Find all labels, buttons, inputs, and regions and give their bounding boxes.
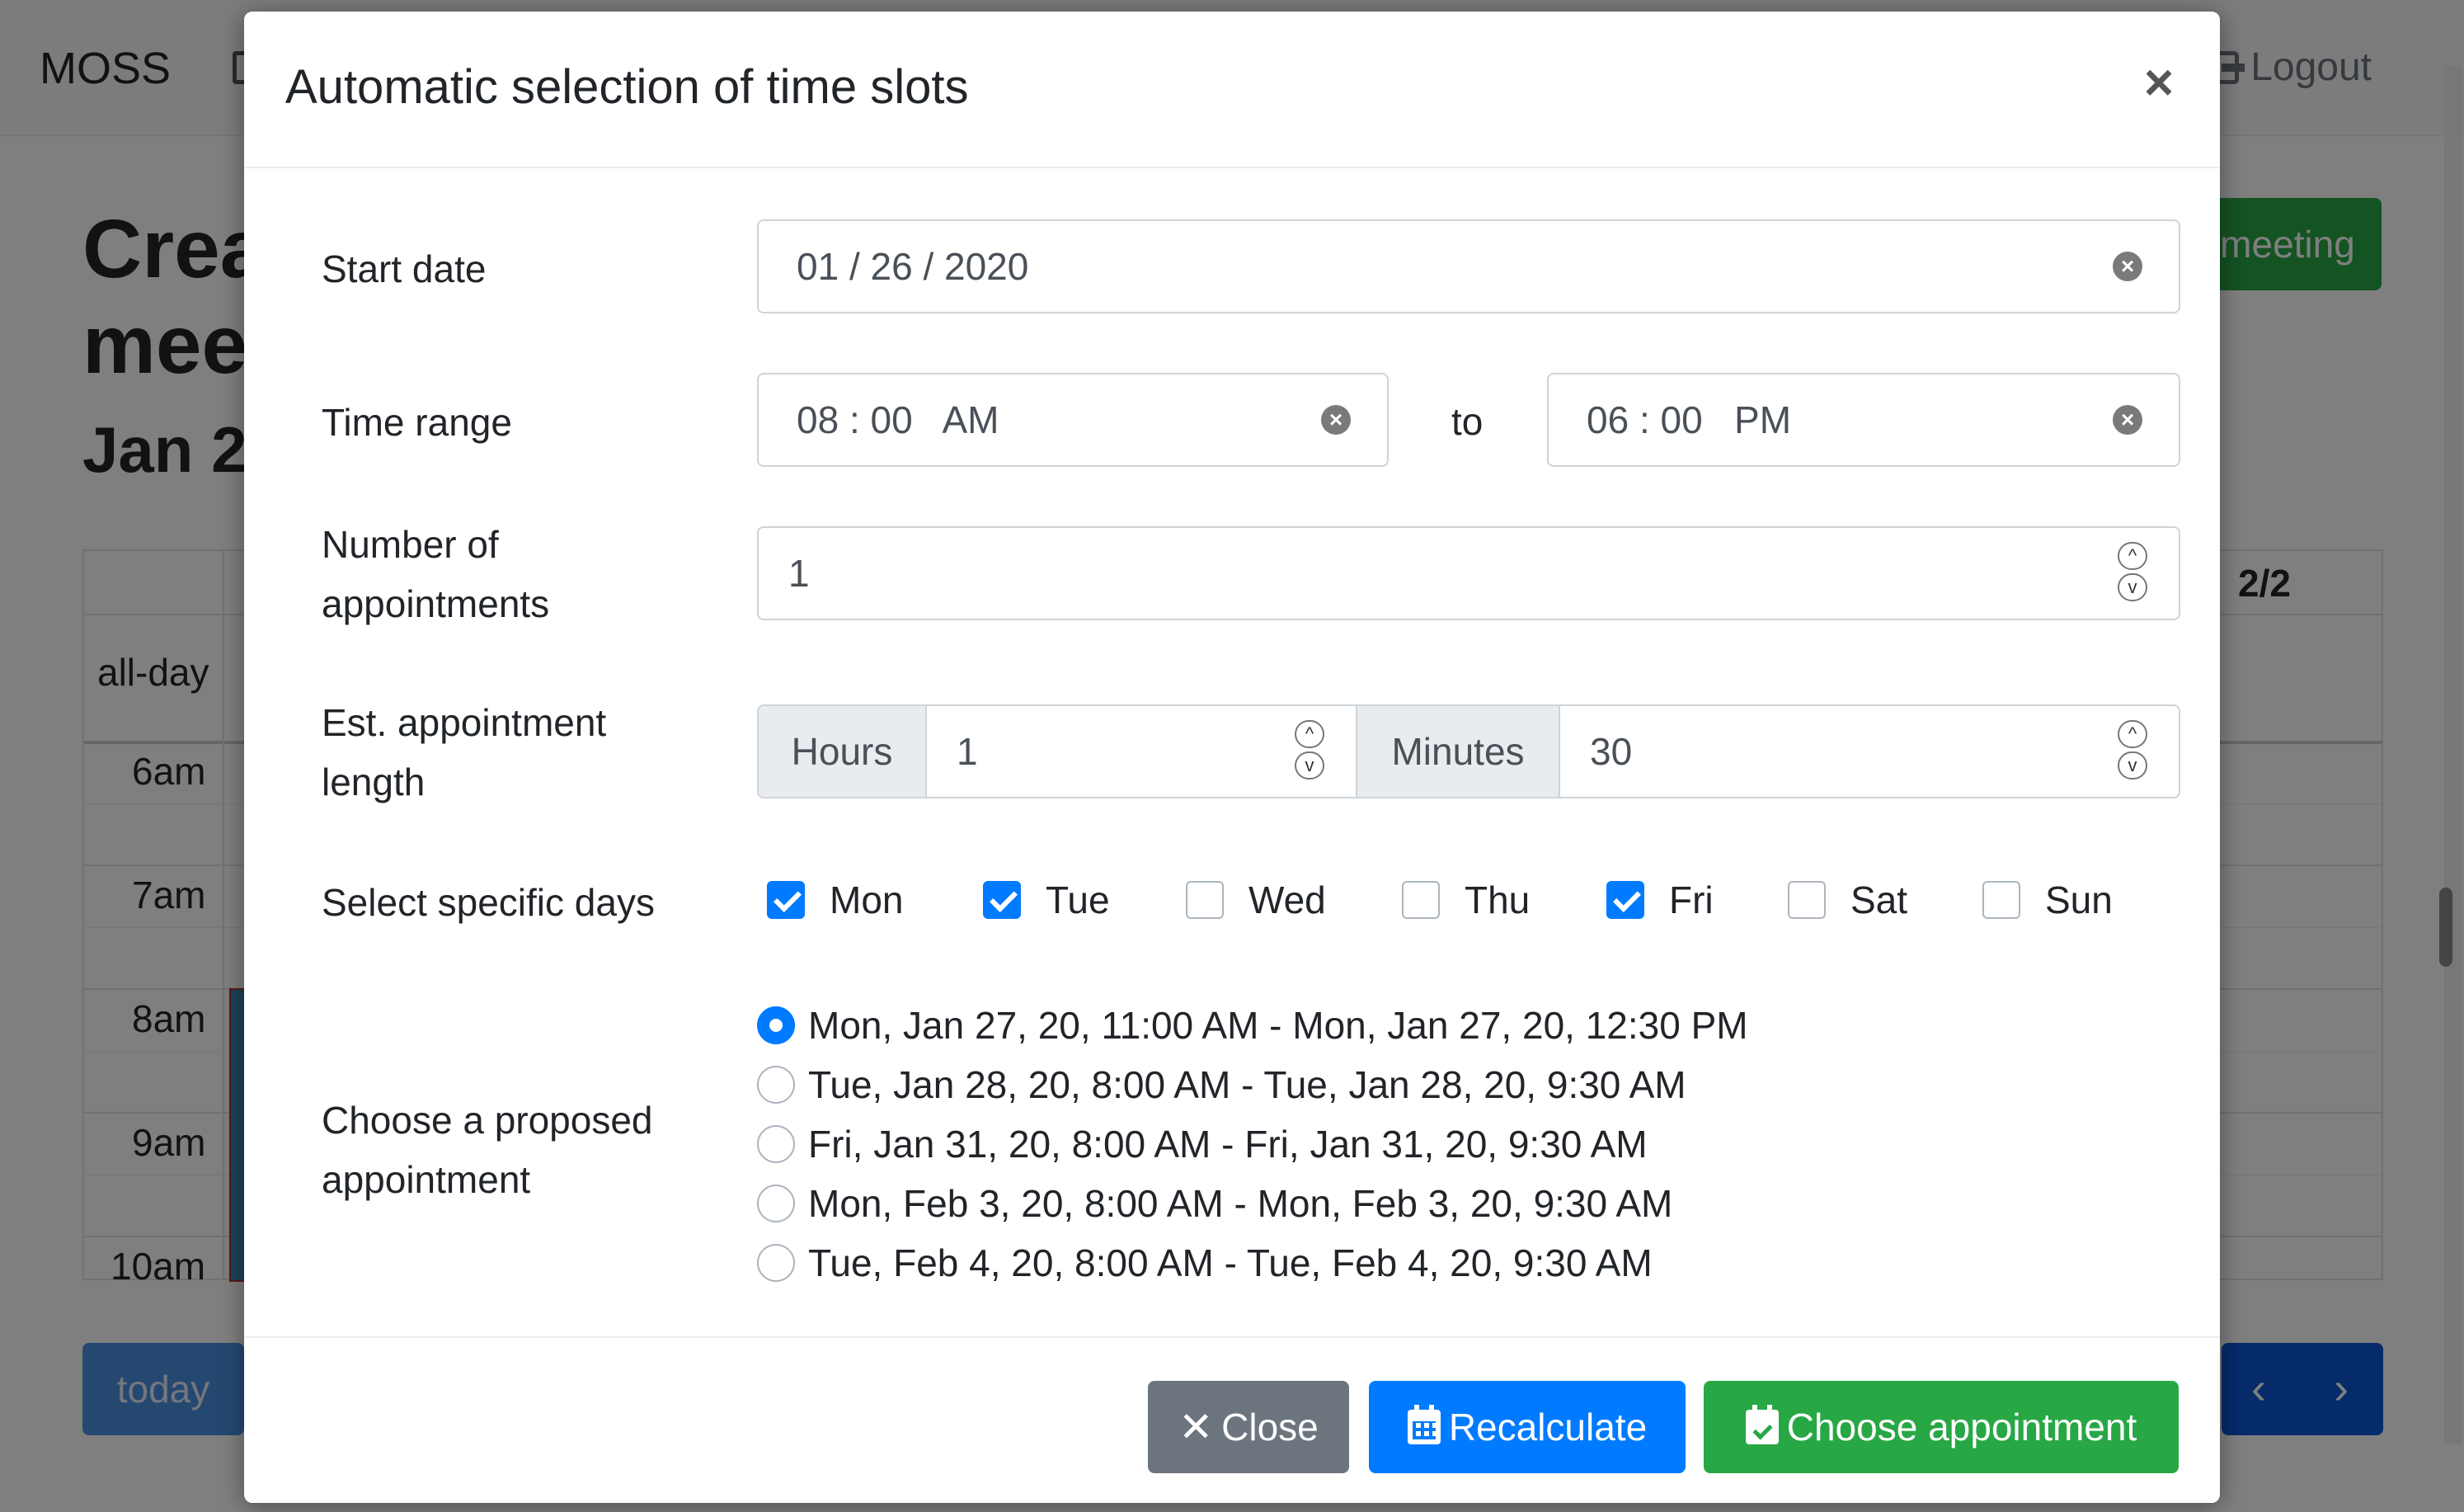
time-range-separator: to <box>1451 400 1484 443</box>
time-range-label: Time range <box>322 401 512 444</box>
day-checkbox-mon[interactable]: Mon <box>767 878 903 922</box>
minutes-value: 30 <box>1590 730 1633 773</box>
minutes-stepper[interactable]: ^ v <box>2118 720 2151 783</box>
modal-body: Start date 01 / 26 / 2020 × Time range 0… <box>244 168 2220 1336</box>
time-to-input[interactable]: 06 : 00 PM × <box>1547 373 2180 467</box>
close-button[interactable]: ✕ Close <box>1148 1381 1349 1473</box>
modal-header: Automatic selection of time slots × <box>244 12 2220 168</box>
proposed-option[interactable]: Mon, Feb 3, 20, 8:00 AM - Mon, Feb 3, 20… <box>757 1181 1672 1226</box>
time-to-value: 06 : 00 PM <box>1587 398 1792 441</box>
appointment-length-label: Est. appointment length <box>322 701 607 803</box>
calendar-check-icon <box>1745 1405 1779 1444</box>
chevron-down-icon[interactable]: v <box>1295 751 1324 780</box>
minutes-addon: Minutes <box>1356 704 1560 798</box>
recalculate-button-label: Recalculate <box>1448 1406 1648 1448</box>
start-date-input[interactable]: 01 / 26 / 2020 × <box>757 219 2180 313</box>
number-stepper[interactable]: ^ v <box>2118 542 2151 605</box>
start-date-label: Start date <box>322 247 487 290</box>
proposed-option-label: Mon, Jan 27, 20, 11:00 AM - Mon, Jan 27,… <box>808 1004 1748 1047</box>
hours-addon: Hours <box>757 704 927 798</box>
calendar-icon <box>1407 1405 1441 1444</box>
choose-appointment-button[interactable]: Choose appointment <box>1704 1381 2179 1473</box>
checkbox[interactable] <box>983 881 1021 919</box>
day-checkbox-wed[interactable]: Wed <box>1186 878 1326 922</box>
chevron-up-icon[interactable]: ^ <box>2118 542 2147 570</box>
proposed-option[interactable]: Fri, Jan 31, 20, 8:00 AM - Fri, Jan 31, … <box>757 1122 1648 1166</box>
close-button-label: Close <box>1221 1406 1319 1448</box>
day-checkbox-tue[interactable]: Tue <box>983 878 1110 922</box>
time-from-value: 08 : 00 AM <box>797 398 999 441</box>
chevron-down-icon[interactable]: v <box>2118 573 2147 601</box>
proposed-option[interactable]: Tue, Feb 4, 20, 8:00 AM - Tue, Feb 4, 20… <box>757 1241 1653 1285</box>
day-label: Wed <box>1248 878 1326 921</box>
radio-button[interactable] <box>757 1244 795 1282</box>
time-slot-modal: Automatic selection of time slots × Star… <box>244 12 2220 1503</box>
day-checkbox-sun[interactable]: Sun <box>1982 878 2113 922</box>
close-icon[interactable]: × <box>2134 54 2184 112</box>
clear-icon[interactable]: × <box>2113 252 2142 281</box>
chevron-up-icon[interactable]: ^ <box>1295 720 1324 748</box>
proposed-option-label: Tue, Jan 28, 20, 8:00 AM - Tue, Jan 28, … <box>808 1063 1686 1106</box>
clear-icon[interactable]: × <box>1321 405 1351 435</box>
checkbox[interactable] <box>1402 881 1440 919</box>
num-appointments-label: Number of appointments <box>322 523 550 625</box>
proposed-option-label: Tue, Feb 4, 20, 8:00 AM - Tue, Feb 4, 20… <box>808 1241 1653 1284</box>
checkbox[interactable] <box>1186 881 1224 919</box>
day-label: Mon <box>830 878 904 921</box>
day-label: Thu <box>1465 878 1531 921</box>
day-label: Sat <box>1850 878 1908 921</box>
chevron-down-icon[interactable]: v <box>2118 751 2147 780</box>
time-from-input[interactable]: 08 : 00 AM × <box>757 373 1389 467</box>
checkbox[interactable] <box>767 881 805 919</box>
hours-input[interactable]: 1 ^ v <box>925 704 1357 798</box>
hours-value: 1 <box>957 730 978 773</box>
proposed-label: Choose a proposed appointment <box>322 1099 653 1201</box>
clear-icon[interactable]: × <box>2113 405 2142 435</box>
num-appointments-input[interactable]: 1 ^ v <box>757 526 2180 620</box>
modal-title: Automatic selection of time slots <box>285 60 969 114</box>
day-checkbox-thu[interactable]: Thu <box>1402 878 1530 922</box>
proposed-option-label: Mon, Feb 3, 20, 8:00 AM - Mon, Feb 3, 20… <box>808 1182 1673 1225</box>
checkbox[interactable] <box>1606 881 1644 919</box>
radio-button[interactable] <box>757 1066 795 1104</box>
radio-button[interactable] <box>757 1125 795 1163</box>
start-date-value: 01 / 26 / 2020 <box>797 245 1029 288</box>
checkbox[interactable] <box>1982 881 2020 919</box>
chevron-up-icon[interactable]: ^ <box>2118 720 2147 748</box>
radio-button[interactable] <box>757 1185 795 1222</box>
times-icon: ✕ <box>1178 1404 1214 1450</box>
day-label: Fri <box>1669 878 1714 921</box>
days-label: Select specific days <box>322 881 655 924</box>
hours-stepper[interactable]: ^ v <box>1295 720 1328 783</box>
day-checkbox-fri[interactable]: Fri <box>1606 878 1714 922</box>
checkbox[interactable] <box>1788 881 1826 919</box>
proposed-option[interactable]: Mon, Jan 27, 20, 11:00 AM - Mon, Jan 27,… <box>757 1003 1748 1048</box>
day-label: Tue <box>1046 878 1110 921</box>
recalculate-button[interactable]: Recalculate <box>1369 1381 1686 1473</box>
choose-button-label: Choose appointment <box>1786 1406 2137 1448</box>
day-label: Sun <box>2045 878 2113 921</box>
minutes-input[interactable]: 30 ^ v <box>1559 704 2180 798</box>
modal-footer: ✕ Close Recalculate Choose appointment <box>244 1336 2220 1503</box>
day-checkbox-sat[interactable]: Sat <box>1788 878 1907 922</box>
radio-button[interactable] <box>757 1006 795 1044</box>
proposed-option-label: Fri, Jan 31, 20, 8:00 AM - Fri, Jan 31, … <box>808 1123 1648 1166</box>
proposed-option[interactable]: Tue, Jan 28, 20, 8:00 AM - Tue, Jan 28, … <box>757 1062 1686 1107</box>
num-appointments-value: 1 <box>788 552 810 595</box>
